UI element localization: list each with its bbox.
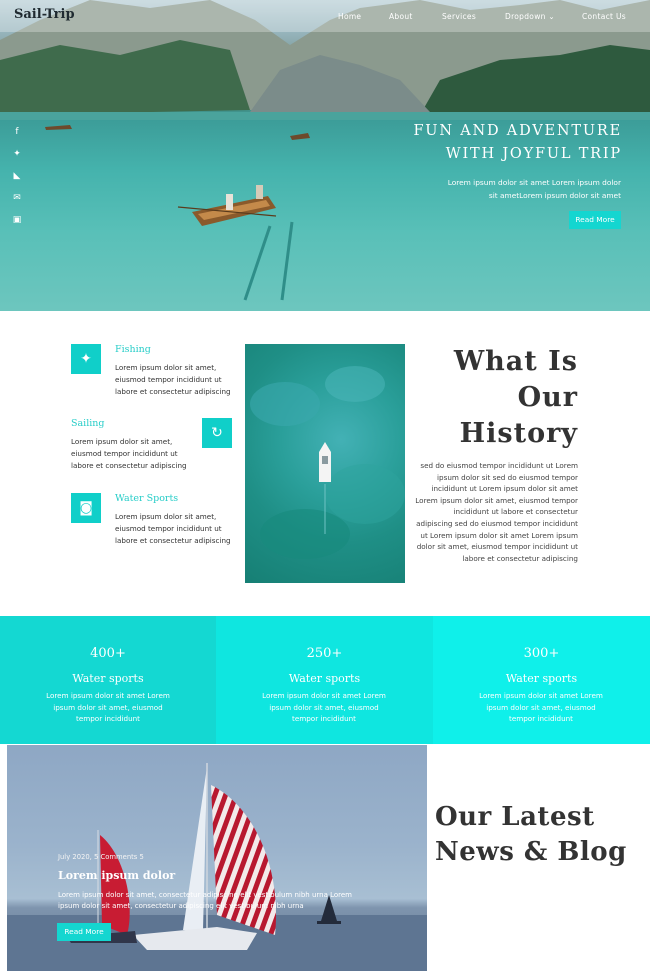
nav-contact-us[interactable]: Contact Us [582, 12, 626, 21]
blog-read-more-button[interactable]: Read More [57, 923, 111, 941]
history-title-line3: History [459, 418, 578, 449]
stat-text-line: tempor incididunt [76, 714, 140, 724]
blog-post-text-line1: Lorem ipsum dolor sit amet, consectetur … [58, 891, 352, 899]
facebook-icon[interactable]: f [10, 127, 24, 139]
blog-section-title-line1: Our Latest [435, 802, 595, 832]
history-text-line: labore et consectetur adipiscing [462, 553, 578, 563]
history-text-line: adipiscing sed do eiusmod tempor incidid… [416, 518, 578, 528]
history-text-line: dolor sit amet, eiusmod tempor incididun… [416, 542, 578, 552]
history-text-line: incididunt ut Lorem ipsum dolor sit amet [431, 484, 578, 494]
service-text-line: labore et consectetur adipiscing [71, 460, 187, 470]
service-text-line: eiusmod tempor incididunt ut [71, 448, 178, 458]
boat-illustration [250, 366, 405, 559]
hero-title-line2: WITH JOYFUL TRIP [445, 146, 622, 162]
stat-text-line: ipsum dolor sit amet, eiusmod [53, 702, 163, 712]
nav-dropdown[interactable]: Dropdown ⌄ [505, 12, 555, 21]
refresh-icon: ↻ [202, 418, 232, 448]
blog-section-title: Our Latest News & Blog [435, 800, 645, 870]
stat-card-400: 400+ Water sports Lorem ipsum dolor sit … [0, 616, 216, 744]
brand-logo[interactable]: Sail-Trip [14, 7, 75, 22]
blog-section-title-line2: News & Blog [435, 837, 627, 867]
service-title-fishing: Fishing [115, 344, 151, 355]
stat-text-line: Lorem ipsum dolor sit amet Lorem [46, 691, 170, 700]
stat-text-line: Lorem ipsum dolor sit amet Lorem [479, 691, 603, 700]
aerial-sea-image [245, 344, 405, 583]
stat-text-line: ipsum dolor sit amet, eiusmod [269, 702, 379, 712]
history-title-line1: What Is [453, 346, 578, 377]
stat-text-line: tempor incididunt [509, 714, 573, 724]
envelope-icon[interactable]: ✉ [10, 193, 24, 205]
stat-title: Water sports [288, 672, 361, 685]
stat-text: Lorem ipsum dolor sit amet Lorem ipsum d… [256, 690, 392, 725]
service-title-sailing: Sailing [71, 418, 105, 429]
service-text-line: Lorem ipsum dolor sit amet, [115, 363, 217, 372]
history-title-line2: Our [517, 382, 578, 413]
service-title-water-sports: Water Sports [115, 493, 179, 504]
nav-home[interactable]: Home [338, 12, 361, 21]
hero-text-line1: Lorem ipsum dolor sit amet Lorem ipsum d… [447, 178, 621, 187]
history-text: sed do eiusmod tempor incididunt ut Lore… [410, 460, 578, 564]
service-text-fishing: Lorem ipsum dolor sit amet, eiusmod temp… [115, 362, 240, 397]
stat-number: 300+ [523, 646, 560, 661]
blog-post-text: Lorem ipsum dolor sit amet, consectetur … [58, 890, 388, 912]
rss-icon[interactable]: ◣ [10, 171, 24, 183]
stat-card-300: 300+ Water sports Lorem ipsum dolor sit … [433, 616, 650, 744]
hero-text-line2: sit ametLorem ipsum dolor sit amet [488, 191, 621, 200]
stat-text-line: tempor incididunt [292, 714, 356, 724]
service-text-line: Lorem ipsum dolor sit amet, [71, 437, 173, 446]
blog-post-image: July 2020, 5 Comments 5 Lorem ipsum dolo… [7, 745, 427, 971]
twitter-icon[interactable]: ✦ [10, 149, 24, 161]
history-text-line: Lorem ipsum dolor sit amet, eiusmod temp… [415, 495, 578, 505]
history-text-line: incididunt ut labore et consectetur [453, 507, 578, 517]
stat-title: Water sports [505, 672, 578, 685]
chevron-down-icon: ⌄ [548, 12, 555, 21]
service-text-line: labore et consectetur adipiscing [115, 535, 231, 545]
hero-text: Lorem ipsum dolor sit amet Lorem ipsum d… [411, 176, 621, 202]
binoculars-icon: ◙ [71, 493, 101, 523]
instagram-icon[interactable]: ▣ [10, 215, 24, 227]
history-text-line: ipsum dolor sit sed do eiusmod tempor [437, 472, 578, 482]
service-text-line: eiusmod tempor incididunt ut [115, 523, 222, 533]
hero-section: Sail-Trip Home About Services Dropdown ⌄… [0, 0, 650, 311]
stat-number: 250+ [306, 646, 343, 661]
hero-title: FUN AND ADVENTURE WITH JOYFUL TRIP [362, 120, 622, 166]
history-title: What Is Our History [440, 344, 578, 452]
service-text-water-sports: Lorem ipsum dolor sit amet, eiusmod temp… [115, 511, 240, 546]
nav-about[interactable]: About [389, 12, 413, 21]
blog-post-meta: July 2020, 5 Comments 5 [58, 853, 144, 861]
service-text-line: labore et consectetur adipiscing [115, 386, 231, 396]
blog-post-text-line2: ipsum dolor sit amet, consectetur adipis… [58, 902, 304, 910]
handshake-icon: ✦ [71, 344, 101, 374]
service-text-sailing: Lorem ipsum dolor sit amet, eiusmod temp… [71, 436, 201, 471]
nav-services[interactable]: Services [442, 12, 476, 21]
stat-text: Lorem ipsum dolor sit amet Lorem ipsum d… [40, 690, 176, 725]
service-text-line: Lorem ipsum dolor sit amet, [115, 512, 217, 521]
stat-number: 400+ [90, 646, 126, 661]
hero-read-more-button[interactable]: Read More [569, 211, 621, 229]
hero-title-line1: FUN AND ADVENTURE [413, 123, 622, 139]
stat-text: Lorem ipsum dolor sit amet Lorem ipsum d… [473, 690, 609, 725]
stat-text-line: Lorem ipsum dolor sit amet Lorem [262, 691, 386, 700]
stat-text-line: ipsum dolor sit amet, eiusmod [486, 702, 596, 712]
blog-post-title[interactable]: Lorem ipsum dolor [58, 869, 175, 882]
history-text-line: ut Lorem ipsum dolor sit amet Lorem ipsu… [420, 530, 578, 540]
nav-dropdown-label: Dropdown [505, 12, 546, 21]
stat-title: Water sports [72, 672, 144, 685]
stat-card-250: 250+ Water sports Lorem ipsum dolor sit … [216, 616, 433, 744]
history-text-line: sed do eiusmod tempor incididunt ut Lore… [420, 461, 578, 470]
service-text-line: eiusmod tempor incididunt ut [115, 374, 222, 384]
